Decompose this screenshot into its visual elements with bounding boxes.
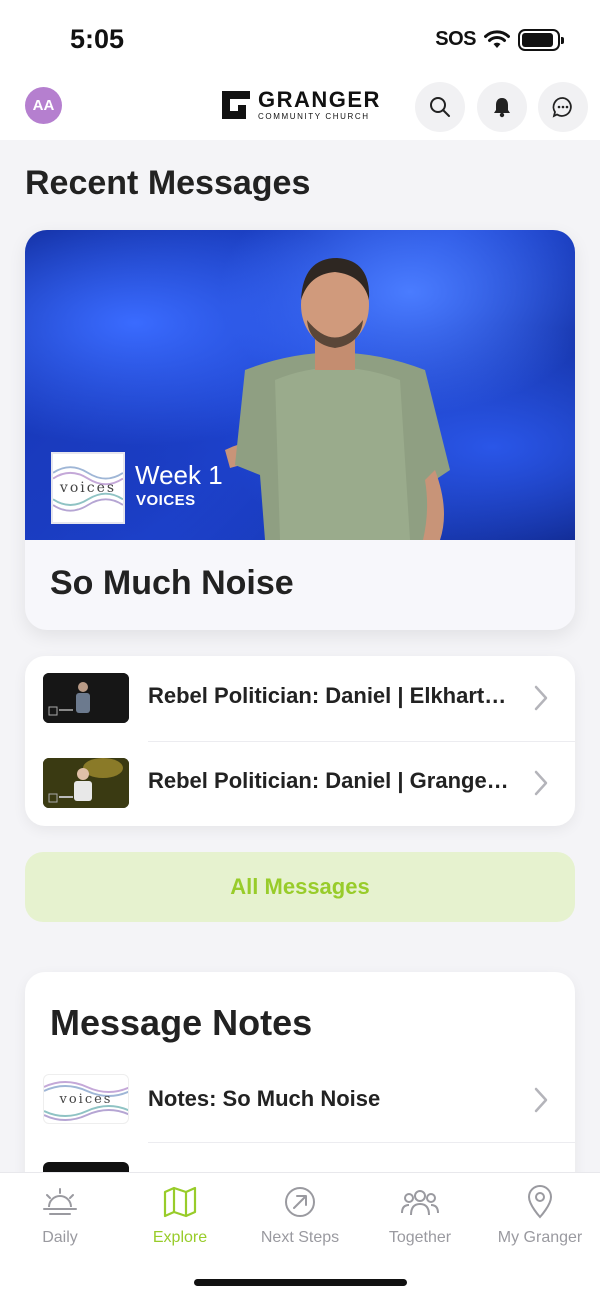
tab-together[interactable]: Together [360,1185,480,1247]
wifi-icon [484,29,510,48]
app-header: AA GRANGER COMMUNITY CHURCH [0,78,600,140]
people-icon [401,1190,439,1216]
list-item[interactable]: Rebel Politician: Daniel | Grange… [25,741,575,826]
featured-message-image: voices Week 1 VOICES [25,230,575,540]
divider [148,1142,575,1143]
arrow-circle-icon [285,1187,315,1217]
logo-mark-icon [222,91,250,119]
message-list: Rebel Politician: Daniel | Elkhart… Rebe… [25,656,575,826]
week-label: Week 1 [135,460,223,490]
bell-icon [494,98,510,118]
series-name: VOICES [136,492,196,509]
chat-button[interactable] [538,82,588,132]
tab-label: Explore [152,1229,208,1246]
series-thumbnail-text: voices [59,480,117,496]
home-indicator[interactable] [194,1279,407,1286]
avatar[interactable]: AA [25,87,62,124]
chevron-right-icon [534,770,548,796]
status-indicators: SOS [435,28,564,51]
chat-icon [552,97,572,118]
status-time: 5:05 [70,24,125,54]
tab-next-steps[interactable]: Next Steps [240,1185,360,1247]
message-title: Rebel Politician: Daniel | Grange… [148,768,509,793]
battery-icon [518,28,564,51]
note-thumbnail: voices [43,1074,129,1124]
tab-daily[interactable]: Daily [0,1185,120,1247]
church-logo: GRANGER COMMUNITY CHURCH [220,89,381,121]
tab-label: Next Steps [260,1229,340,1246]
sos-label: SOS [435,28,476,50]
sunrise-icon [43,1188,77,1215]
search-icon [430,97,450,117]
logo-name: GRANGER [258,87,381,112]
tab-label: Together [388,1229,452,1246]
note-title: Notes: So Much Noise [148,1086,381,1111]
series-thumbnail: voices [51,452,125,524]
featured-message-card[interactable]: voices Week 1 VOICES So Much Noise [25,230,575,630]
map-icon [163,1186,197,1218]
tab-label: My Granger [497,1229,583,1246]
message-thumbnail [43,758,129,808]
message-thumbnail [43,673,129,723]
logo-subtitle: COMMUNITY CHURCH [258,112,370,121]
search-button[interactable] [415,82,465,132]
chevron-right-icon [534,685,548,711]
featured-message-title: So Much Noise [50,564,294,602]
tab-my-granger[interactable]: My Granger [480,1185,600,1247]
message-notes-title: Message Notes [50,1002,313,1043]
status-bar: 5:05 SOS [0,0,600,78]
recent-messages-title: Recent Messages [25,164,311,202]
list-item[interactable]: Rebel Politician: Daniel | Elkhart… [25,656,575,741]
message-title: Rebel Politician: Daniel | Elkhart… [148,683,507,708]
battery-level [522,32,553,47]
tab-explore[interactable]: Explore [120,1185,240,1247]
location-pin-icon [527,1185,553,1219]
chevron-right-icon [534,1087,548,1113]
notifications-button[interactable] [477,82,527,132]
note-thumbnail-text: voices [59,1091,113,1107]
all-messages-button[interactable]: All Messages [25,852,575,922]
tab-label: Daily [42,1229,78,1246]
speaker-image [225,258,450,540]
